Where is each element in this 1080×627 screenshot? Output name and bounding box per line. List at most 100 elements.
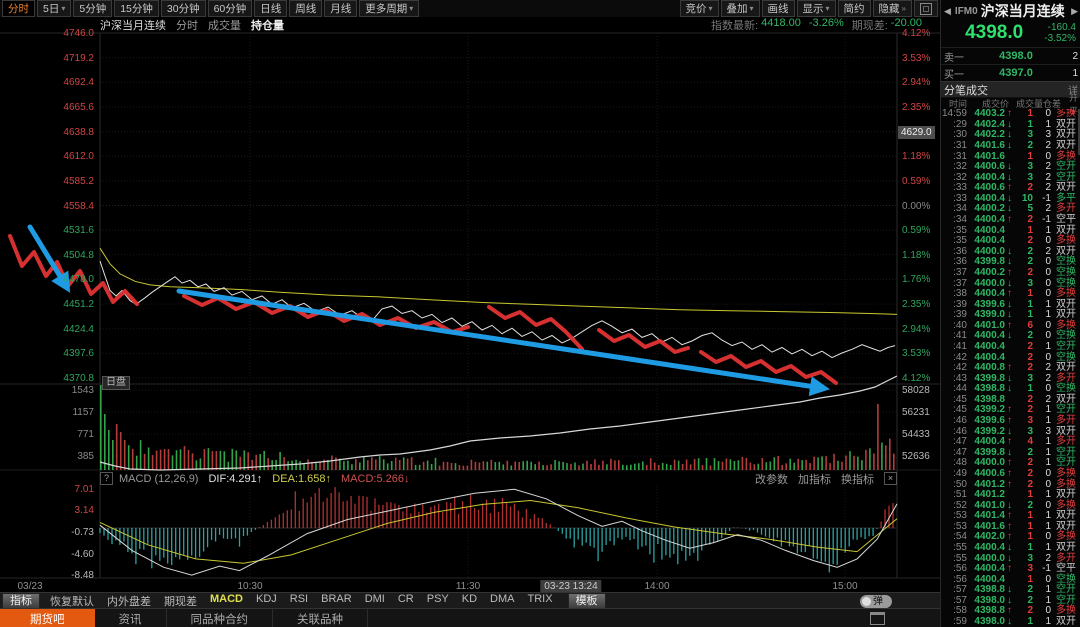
tick-cell: ↓ <box>1007 446 1012 458</box>
tick-cell: :34 <box>953 203 967 215</box>
popout-window-icon[interactable] <box>870 612 885 625</box>
tick-cell: ↓ <box>1007 118 1012 130</box>
period-tab-5日[interactable]: 5日 ▾ <box>37 0 72 17</box>
tool-button-隐藏[interactable]: 隐藏» <box>872 0 912 17</box>
tick-cell: 1 <box>1027 520 1033 532</box>
tick-cell: 双开 <box>1056 616 1076 627</box>
indicator-item-KD[interactable]: KD <box>462 593 477 609</box>
tick-cell: 1 <box>1027 573 1033 585</box>
macd-link-加指标[interactable]: 加指标 <box>798 471 831 487</box>
chart-subtitle-minute[interactable]: 分时 <box>176 17 198 33</box>
tick-cell: 3 <box>1027 161 1033 173</box>
indicator-button[interactable]: 指标 <box>2 593 40 609</box>
bottom-tab-资讯[interactable]: 资讯 <box>95 609 167 627</box>
period-tab-5分钟[interactable]: 5分钟 <box>73 0 113 17</box>
tick-section-header[interactable]: 分笔成交 详 <box>941 81 1080 98</box>
macd-link-换指标[interactable]: 换指标 <box>841 471 874 487</box>
indicator-item-PSY[interactable]: PSY <box>427 593 449 609</box>
tick-cell: 多开 <box>1056 436 1076 448</box>
tick-list[interactable]: 14:59 4403.2 ↑ 1 0 多换:29 4402.4 ↓ 1 1 双开:30 4402.2 ↓… <box>941 109 1080 627</box>
tool-button-画线[interactable]: 画线 <box>761 0 795 17</box>
bottom-tabs: 期货吧 资讯 同品种合约 关联品种 <box>0 609 368 627</box>
tick-cell: 1 <box>1045 457 1051 469</box>
tool-button-简约[interactable]: 简约 <box>837 0 871 17</box>
tick-cell: :55 <box>953 541 967 553</box>
tick-cell: :41 <box>953 330 967 342</box>
tick-cell: ↑ <box>1007 288 1012 300</box>
change-pct: -3.52% <box>1044 33 1076 44</box>
price-chart-canvas[interactable] <box>0 0 940 592</box>
template-button[interactable]: 模板 <box>567 593 606 609</box>
indicator-item-TRIX[interactable]: TRIX <box>528 593 553 609</box>
indicator-item-期现差[interactable]: 期现差 <box>164 593 197 609</box>
macd-dea-value: DEA:1.658↑ <box>272 472 331 485</box>
period-tab-月线[interactable]: 月线 <box>324 0 358 17</box>
tick-cell: 4400.0 <box>974 457 1005 469</box>
tick-row: :53 4401.4 ↑ 1 1 双开 <box>941 511 1080 522</box>
tick-cell: 空平 <box>1056 563 1076 575</box>
index-latest-value: 4418.00 <box>761 17 801 29</box>
tool-button-竞价[interactable]: 竞价 ▾ <box>679 0 719 17</box>
tick-cell: ↑ <box>1007 362 1012 374</box>
period-tab-60分钟[interactable]: 60分钟 <box>207 0 253 17</box>
tick-cell: 2 <box>1027 446 1033 458</box>
tick-cell: 14:59 <box>941 109 967 120</box>
indicator-item-恢复默认[interactable]: 恢复默认 <box>50 593 94 609</box>
help-icon[interactable]: ? <box>100 472 113 485</box>
tick-cell: 4399.0 <box>974 309 1005 321</box>
tick-cell: 3 <box>1027 129 1033 141</box>
tick-cell: 1 <box>1045 584 1051 596</box>
tick-cell: 4400.2 <box>974 203 1005 215</box>
indicator-item-RSI[interactable]: RSI <box>290 593 308 609</box>
period-tab-15分钟[interactable]: 15分钟 <box>114 0 159 17</box>
indicator-item-CR[interactable]: CR <box>398 593 414 609</box>
close-icon[interactable]: × <box>884 472 897 485</box>
tick-cell: ↓ <box>1007 171 1012 183</box>
tick-cell: 3 <box>1027 277 1033 289</box>
macd-name: MACD (12,26,9) <box>119 472 199 485</box>
indicator-item-DMA[interactable]: DMA <box>490 593 514 609</box>
next-contract-icon[interactable]: ▶ <box>1071 6 1078 17</box>
contract-name: 沪深当月连续 <box>980 3 1065 19</box>
period-tab-更多周期[interactable]: 更多周期 ▾ <box>359 0 420 17</box>
indicator-item-内外盘差[interactable]: 内外盘差 <box>107 593 151 609</box>
tick-cell: ↓ <box>1007 425 1012 437</box>
tick-cell: 1 <box>1045 510 1051 522</box>
tick-cell: ↓ <box>1007 541 1012 553</box>
period-tab-日线[interactable]: 日线 <box>254 0 288 17</box>
period-tab-分时[interactable]: 分时 <box>2 0 35 17</box>
tool-button-叠加[interactable]: 叠加 ▾ <box>720 0 760 17</box>
bottom-tab-同品种合约[interactable]: 同品种合约 <box>167 609 273 627</box>
macd-link-改参数[interactable]: 改参数 <box>755 471 788 487</box>
bottom-tab-关联品种[interactable]: 关联品种 <box>273 609 368 627</box>
tick-cell: 2 <box>1045 140 1051 152</box>
prev-contract-icon[interactable]: ◀ <box>944 6 951 17</box>
indicator-item-KDJ[interactable]: KDJ <box>256 593 277 609</box>
chart-subtitle-volume[interactable]: 成交量 <box>208 17 241 33</box>
indicator-bar: 指标 恢复默认 内外盘差 期现差 MACD KDJ RSI BRAR DMI CR PSY KD DM… <box>0 592 940 609</box>
tick-cell: 0 <box>1045 330 1051 342</box>
tick-row: :38 4400.4 ↑ 1 0 多换 <box>941 289 1080 300</box>
tick-cell: 3 <box>1027 552 1033 564</box>
tick-cell: 4400.4 <box>974 341 1005 352</box>
tool-button-显示[interactable]: 显示 ▾ <box>796 0 836 17</box>
indicator-item-BRAR[interactable]: BRAR <box>321 593 352 609</box>
tick-cell: :55 <box>953 552 967 564</box>
macd-macd-value: MACD:5.266↓ <box>341 472 410 485</box>
chart-subtitle-openinterest[interactable]: 持仓量 <box>251 17 284 33</box>
popup-toggle[interactable]: 弹 <box>860 594 892 608</box>
fullscreen-button[interactable] <box>914 0 938 17</box>
tick-cell: 0 <box>1045 266 1051 278</box>
tick-cell: 空开 <box>1056 341 1076 352</box>
indicator-item-MACD[interactable]: MACD <box>210 593 243 609</box>
tick-cell: 1 <box>1045 404 1051 416</box>
tick-cell: 2 <box>1027 467 1033 479</box>
tick-cell: 双开 <box>1056 541 1076 553</box>
tick-cell: 4398.0 <box>974 594 1005 606</box>
tick-cell: ↓ <box>1007 245 1012 257</box>
indicator-item-DMI[interactable]: DMI <box>365 593 385 609</box>
period-tab-周线[interactable]: 周线 <box>289 0 323 17</box>
bottom-tab-期货吧[interactable]: 期货吧 <box>0 609 95 627</box>
period-tab-30分钟[interactable]: 30分钟 <box>160 0 206 17</box>
tick-cell: :42 <box>953 362 967 374</box>
